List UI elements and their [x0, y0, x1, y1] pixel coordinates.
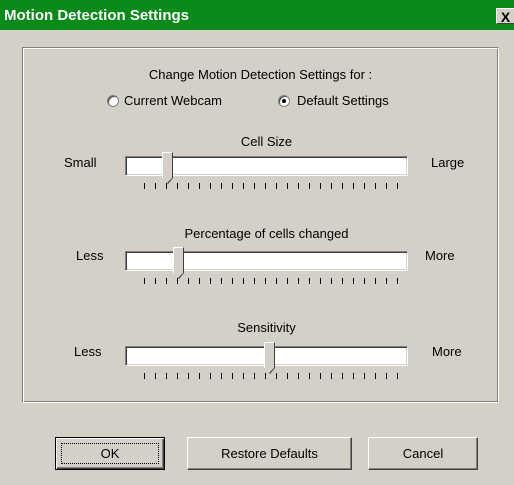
radio-current-webcam[interactable] [107, 95, 119, 107]
cells-changed-slider-track[interactable] [125, 251, 408, 271]
cell-size-min-label: Small [64, 155, 97, 170]
radio-current-webcam-label[interactable]: Current Webcam [124, 93, 222, 108]
cells-changed-min-label: Less [76, 248, 104, 263]
cell-size-slider-thumb[interactable] [162, 152, 173, 184]
settings-prompt: Change Motion Detection Settings for : [148, 67, 373, 82]
radio-selected-dot [282, 99, 286, 103]
restore-defaults-button[interactable]: Restore Defaults [187, 437, 352, 470]
sensitivity-title: Sensitivity [237, 320, 296, 335]
cell-size-title: Cell Size [240, 134, 293, 149]
sensitivity-slider-thumb[interactable] [264, 342, 275, 374]
sensitivity-ticks [144, 373, 406, 379]
title-bar[interactable]: Motion Detection Settings X [0, 0, 514, 30]
sensitivity-min-label: Less [74, 344, 102, 359]
motion-detection-dialog: Motion Detection Settings X Change Motio… [0, 0, 514, 485]
radio-default-settings-label[interactable]: Default Settings [297, 93, 389, 108]
close-icon[interactable]: X [496, 8, 514, 25]
cells-changed-ticks [144, 278, 406, 284]
cell-size-max-label: Large [431, 155, 465, 170]
window-title: Motion Detection Settings [4, 7, 189, 24]
focus-ring [61, 443, 159, 464]
radio-default-settings[interactable] [278, 95, 290, 107]
ok-button[interactable]: OK [55, 437, 165, 470]
cells-changed-slider-thumb[interactable] [173, 247, 184, 279]
cells-changed-title: Percentage of cells changed [184, 226, 349, 241]
sensitivity-max-label: More [432, 344, 462, 359]
cells-changed-max-label: More [425, 248, 455, 263]
cancel-button[interactable]: Cancel [368, 437, 478, 470]
cell-size-ticks [144, 183, 406, 189]
